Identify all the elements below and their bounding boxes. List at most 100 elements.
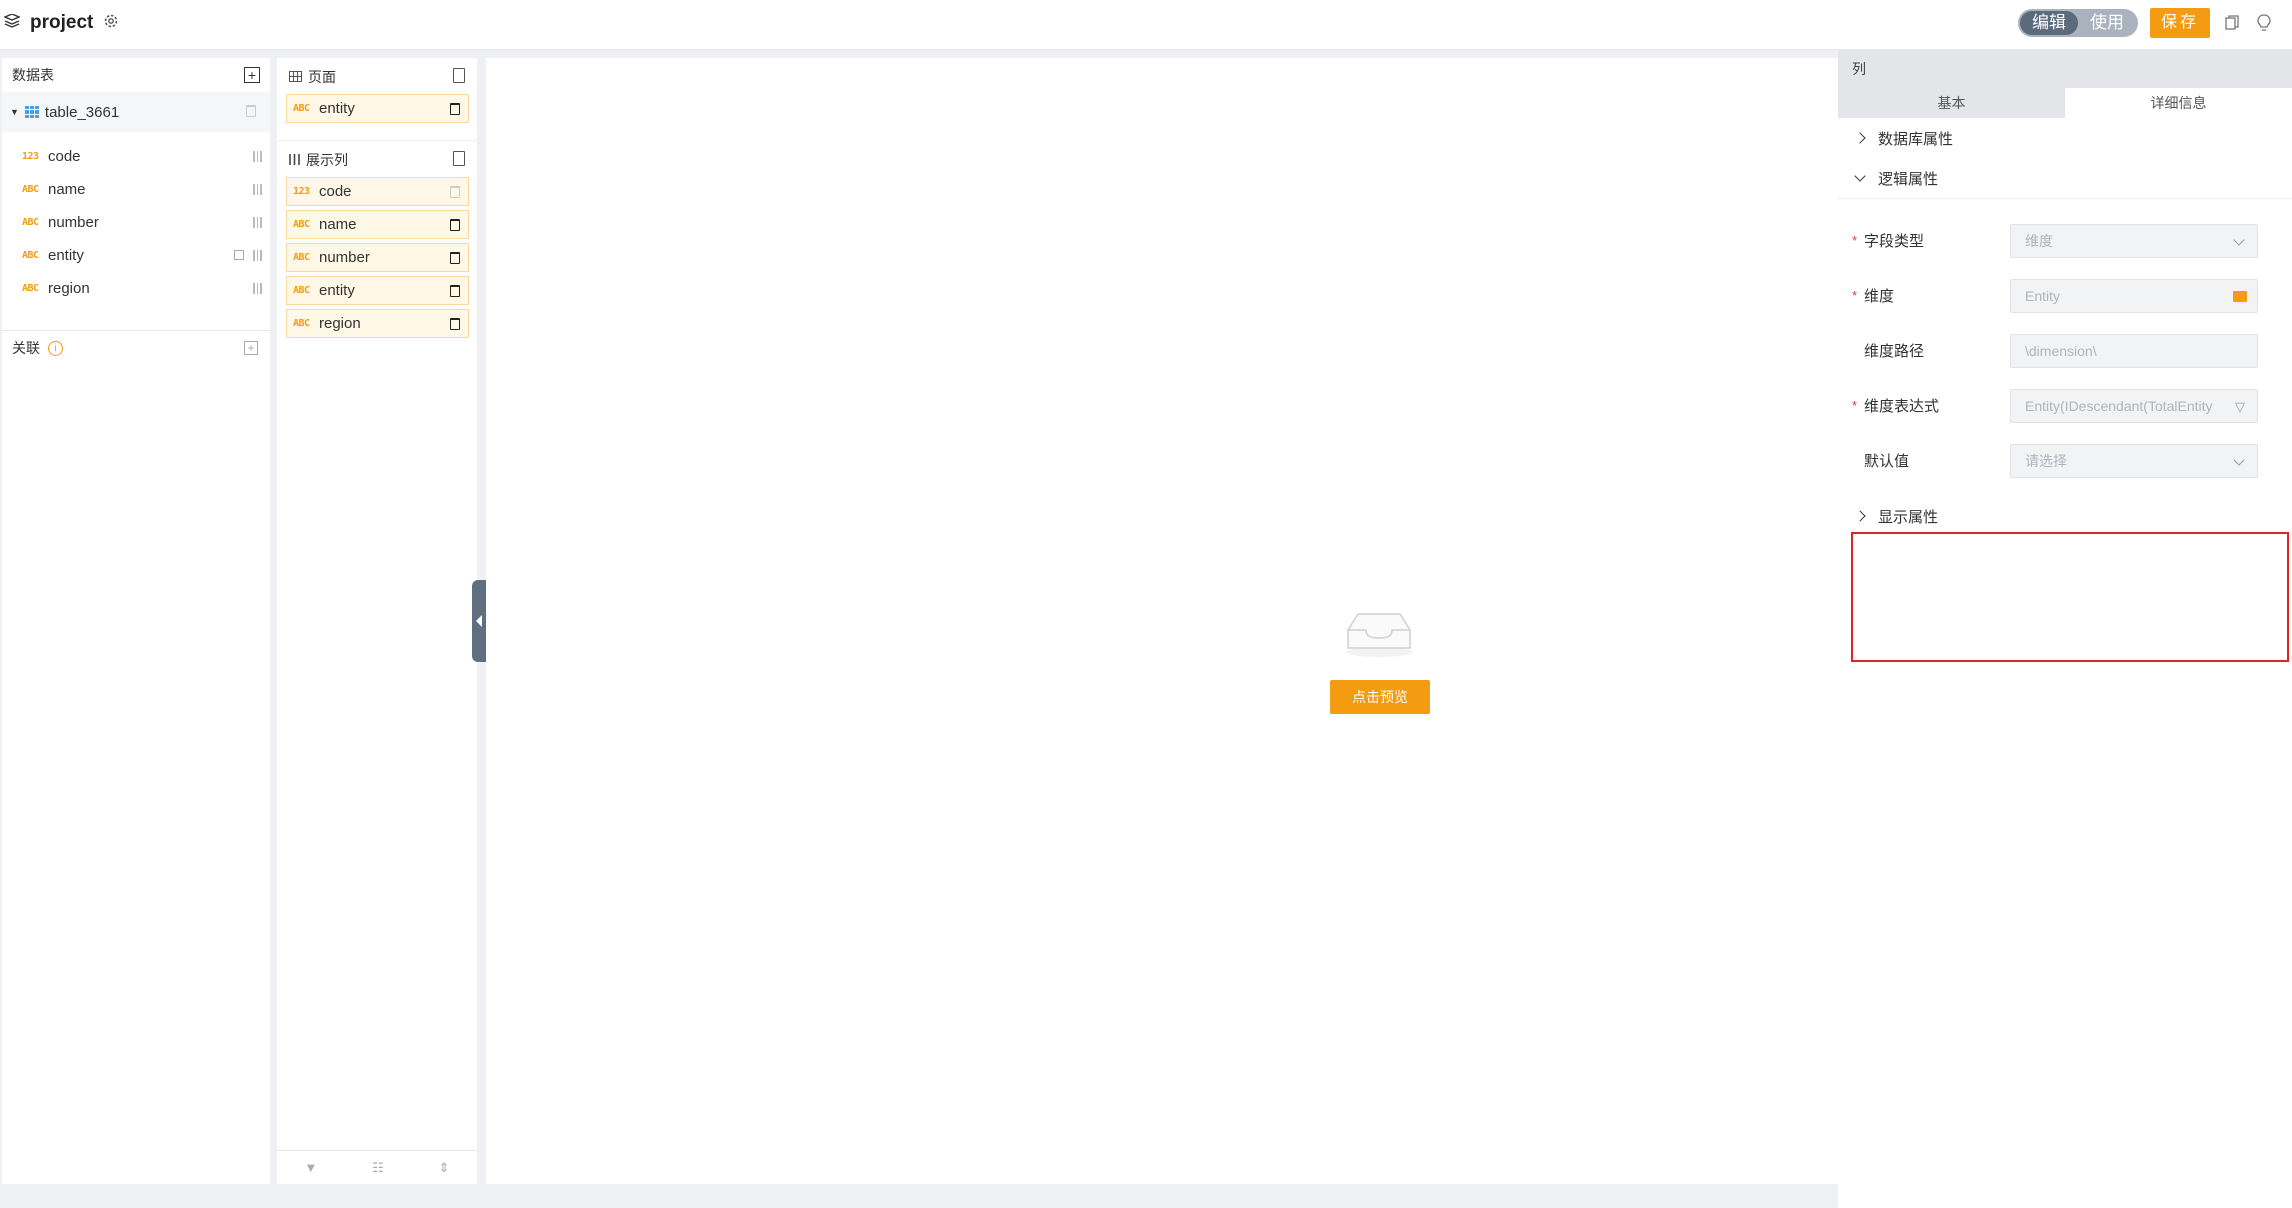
field-type-label: 字段类型: [1864, 233, 1925, 250]
project-header: project: [3, 12, 119, 34]
preview-canvas: [486, 58, 1838, 1184]
dimension-path-row: 维度路径 \dimension\: [1838, 323, 2292, 378]
association-header: 关联 i +: [2, 331, 270, 365]
page-settings-icon[interactable]: [453, 68, 465, 83]
dimension-link-icon[interactable]: [234, 250, 244, 260]
display-properties-section[interactable]: 显示属性: [1838, 496, 2292, 536]
drag-handle-icon[interactable]: [253, 283, 262, 294]
mode-use-option[interactable]: 使用: [2078, 11, 2136, 35]
dimension-expression-field[interactable]: Entity(IDescendant(TotalEntity ▽: [2010, 388, 2258, 423]
trash-icon[interactable]: [450, 186, 460, 198]
column-chip[interactable]: ABC region: [286, 309, 469, 338]
panel-footer-toolbar: ▼ ☷ ⇕: [277, 1150, 477, 1184]
top-toolbar: project 编辑 使用 保存: [0, 0, 2292, 50]
default-value-label: 默认值: [1864, 453, 1910, 470]
highlight-box: [1851, 532, 2289, 662]
caret-down-icon[interactable]: ▼: [10, 107, 19, 117]
add-association-icon[interactable]: +: [244, 341, 258, 355]
dimension-expression-row: * 维度表达式 Entity(IDescendant(TotalEntity ▽: [1838, 378, 2292, 433]
default-value-select[interactable]: 请选择: [2010, 443, 2258, 478]
chip-label: number: [319, 249, 370, 266]
text-type-icon: ABC: [293, 219, 310, 230]
columns-settings-icon[interactable]: [453, 151, 465, 166]
filter-icon[interactable]: ▽: [2235, 399, 2245, 415]
add-table-icon[interactable]: +: [244, 67, 260, 83]
default-value-row: 默认值 请选择: [1838, 433, 2292, 488]
trash-icon[interactable]: [450, 103, 460, 115]
gear-icon[interactable]: [103, 13, 119, 33]
section-label: 数据库属性: [1878, 130, 1954, 148]
display-columns-header: 展示列: [277, 145, 477, 175]
column-chip[interactable]: 123 code: [286, 177, 469, 206]
copy-icon[interactable]: [2222, 12, 2242, 34]
collapse-panel-handle[interactable]: [472, 580, 486, 662]
dimension-field[interactable]: Entity: [2010, 278, 2258, 313]
column-chip[interactable]: ABC number: [286, 243, 469, 272]
properties-title: 列: [1838, 50, 2292, 88]
chip-label: code: [319, 183, 352, 200]
page-section-header: 页面: [277, 62, 477, 92]
header-actions: 编辑 使用 保存: [2017, 8, 2274, 38]
text-type-icon: ABC: [293, 103, 310, 114]
trash-icon[interactable]: [450, 318, 460, 330]
empty-inbox-icon: [1346, 613, 1412, 657]
layers-icon[interactable]: [3, 13, 21, 32]
filter-icon[interactable]: ▼: [304, 1160, 317, 1175]
field-type-row: * 字段类型 维度: [1838, 213, 2292, 268]
drag-handle-icon[interactable]: [253, 184, 262, 195]
trash-icon[interactable]: [246, 105, 256, 117]
field-item[interactable]: ABC name: [2, 173, 270, 206]
field-item[interactable]: ABC entity: [2, 239, 270, 272]
drag-handle-icon[interactable]: [253, 151, 262, 162]
display-columns-title: 展示列: [306, 152, 348, 168]
page-field-chip[interactable]: ABC entity: [286, 94, 469, 123]
number-type-icon: 123: [293, 186, 310, 197]
dimension-expression-value: Entity(IDescendant(TotalEntity: [2025, 397, 2213, 414]
chevron-down-icon: [2233, 233, 2245, 246]
list-icon[interactable]: ☷: [372, 1160, 384, 1176]
sort-icon[interactable]: ⇕: [439, 1160, 450, 1176]
field-item[interactable]: ABC region: [2, 272, 270, 305]
column-chip[interactable]: ABC name: [286, 210, 469, 239]
dimension-path-value: \dimension\: [2025, 342, 2097, 359]
trash-icon[interactable]: [450, 219, 460, 231]
database-properties-section[interactable]: 数据库属性: [1838, 118, 2292, 158]
drag-handle-icon[interactable]: [253, 217, 262, 228]
field-type-select[interactable]: 维度: [2010, 223, 2258, 258]
column-chip[interactable]: ABC entity: [286, 276, 469, 305]
page-columns-panel: 页面 ABC entity 展示列 123 code ABC name ABC …: [277, 58, 477, 1184]
section-label: 逻辑属性: [1878, 170, 1939, 188]
tab-basic[interactable]: 基本: [1838, 88, 2065, 118]
chip-label: name: [319, 216, 357, 233]
field-name: name: [48, 181, 86, 198]
folder-icon[interactable]: [2233, 290, 2247, 302]
save-button[interactable]: 保存: [2149, 8, 2210, 38]
logic-properties-section[interactable]: 逻辑属性: [1838, 158, 2292, 198]
info-icon[interactable]: i: [48, 340, 63, 356]
field-item[interactable]: ABC number: [2, 206, 270, 239]
chevron-down-icon: [1854, 170, 1866, 182]
text-type-icon: ABC: [22, 250, 39, 261]
dimension-path-field[interactable]: \dimension\: [2010, 333, 2258, 368]
field-item[interactable]: 123 code: [2, 140, 270, 173]
mode-toggle[interactable]: 编辑 使用: [2017, 9, 2138, 37]
dimension-expression-label: 维度表达式: [1864, 398, 1940, 415]
click-preview-button[interactable]: 点击预览: [1330, 680, 1430, 714]
required-mark: *: [1852, 398, 1858, 413]
table-node[interactable]: ▼ table_3661: [2, 92, 270, 132]
chevron-right-icon: [1854, 132, 1866, 144]
table-name: table_3661: [44, 103, 120, 121]
trash-icon[interactable]: [450, 252, 460, 264]
text-type-icon: ABC: [293, 285, 310, 296]
chevron-right-icon: [1854, 510, 1866, 522]
lightbulb-icon[interactable]: [2254, 12, 2274, 34]
dimension-row: * 维度 Entity: [1838, 268, 2292, 323]
grid-icon: [289, 69, 302, 85]
mode-edit-option[interactable]: 编辑: [2019, 11, 2078, 35]
trash-icon[interactable]: [450, 285, 460, 297]
drag-handle-icon[interactable]: [253, 250, 262, 261]
field-name: region: [48, 280, 90, 297]
tab-details[interactable]: 详细信息: [2065, 88, 2292, 118]
table-icon: [24, 106, 39, 118]
text-type-icon: ABC: [293, 318, 310, 329]
